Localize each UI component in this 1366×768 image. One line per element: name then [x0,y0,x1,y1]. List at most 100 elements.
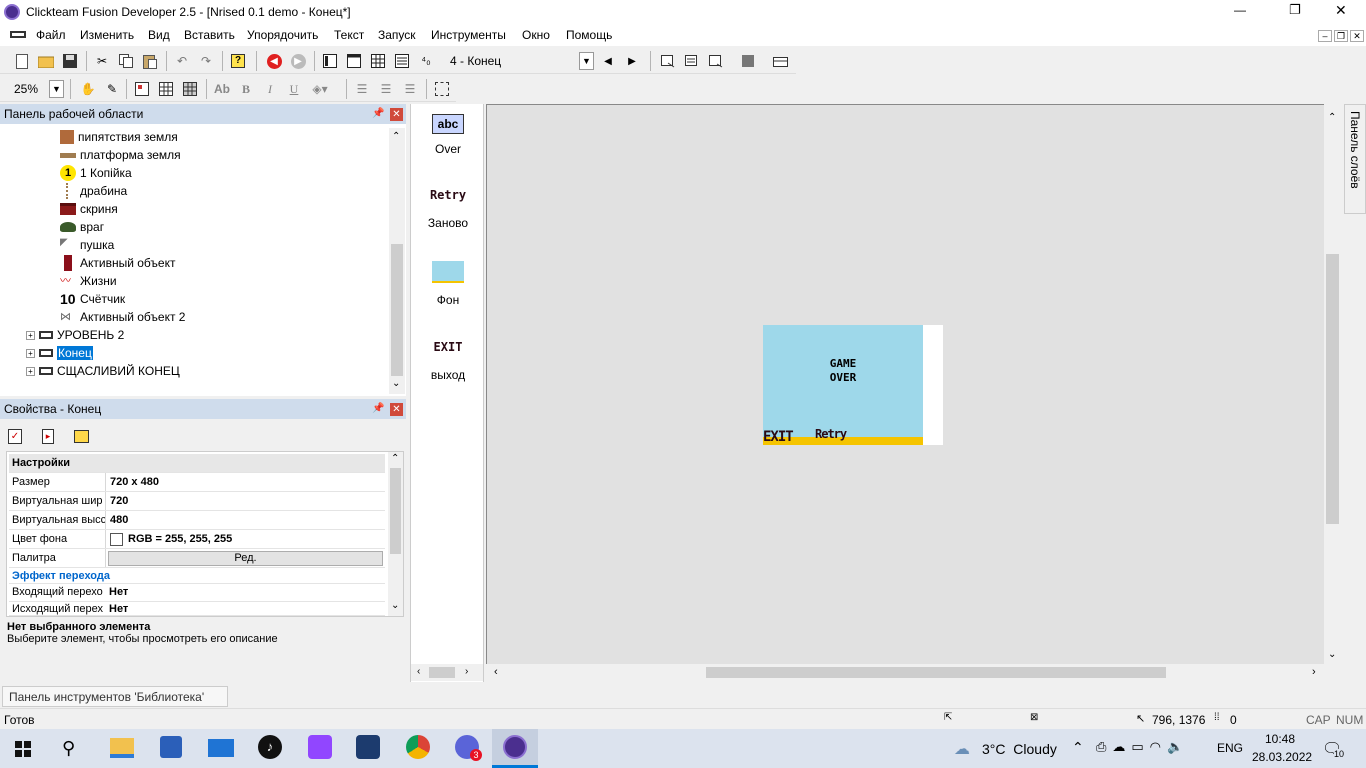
library-item-exit[interactable]: EXIT выход [411,340,485,382]
menu-insert[interactable]: Вставить [184,28,235,42]
menu-edit[interactable]: Изменить [80,28,134,42]
expand-icon[interactable]: + [26,366,35,376]
align-right-icon[interactable]: ☰ [400,79,420,99]
frame-editor[interactable]: GAME OVER EXIT Retry [486,104,1324,664]
mdi-minimize-icon[interactable]: ‒ [1318,30,1332,42]
editor-vscroll-thumb[interactable] [1326,254,1339,524]
editor-scroll-left-icon[interactable]: ‹ [494,666,498,678]
pin-icon[interactable]: 📌 [372,108,384,119]
maximize-button[interactable]: ❐ [1289,2,1301,18]
editor-scroll-up-icon[interactable]: ⌃ [1328,112,1336,123]
properties-close-icon[interactable]: ✕ [390,403,403,416]
chevron-down-icon[interactable]: ▼ [579,52,594,70]
property-row[interactable]: Виртуальная шир 720 [9,492,385,511]
run-application-icon[interactable] [658,51,678,71]
next-frame-icon[interactable]: ▶ [622,51,642,71]
menu-system-icon[interactable] [10,31,26,38]
run-frame-icon[interactable] [682,51,702,71]
underline-icon[interactable]: U [284,79,304,99]
tree-item[interactable]: ⋈ Активный объект 2 [60,308,185,326]
prop-scroll-up-icon[interactable]: ⌃ [391,453,399,464]
hscroll-right-icon[interactable]: › [465,666,468,677]
menu-view[interactable]: Вид [148,28,170,42]
fill-color-icon[interactable]: ◈▾ [310,79,330,99]
editor-scroll-right-icon[interactable]: › [1312,666,1316,678]
event-list-icon[interactable] [392,51,412,71]
menu-file[interactable]: Файл [36,28,66,42]
tree-item[interactable]: ◤ пушка [60,236,114,254]
clock-date[interactable]: 28.03.2022 [1252,750,1312,764]
forward-icon[interactable]: ▶ [288,51,308,71]
frame-select[interactable]: 4 - Конец ▼ [446,51,594,71]
property-row[interactable]: Исходящий перех Нет [9,602,385,616]
save-icon[interactable] [60,51,80,71]
grid-settings-icon[interactable] [132,79,152,99]
frame-canvas[interactable]: GAME OVER EXIT Retry [763,325,943,445]
property-row[interactable]: Палитра Ред. [9,549,385,568]
stop-icon[interactable] [738,51,758,71]
expand-icon[interactable]: + [26,348,35,358]
library-item-over[interactable]: abc Over [411,114,485,156]
property-row[interactable]: Виртуальная высс 480 [9,511,385,530]
tree-item[interactable]: драбина [60,182,127,200]
expand-icon[interactable]: + [26,330,35,340]
properties-pin-icon[interactable]: 📌 [372,403,384,414]
align-left-icon[interactable]: ☰ [352,79,372,99]
mdi-close-icon[interactable]: ✕ [1350,30,1364,42]
color-swatch[interactable] [110,532,123,546]
build-icon[interactable] [770,51,790,71]
menu-run[interactable]: Запуск [378,28,416,42]
font-icon[interactable]: Ab [212,79,232,99]
new-file-icon[interactable] [12,51,32,71]
snap-grid-icon[interactable] [180,79,200,99]
scroll-down-icon[interactable]: ⌄ [392,378,400,389]
storyboard-editor-icon[interactable] [320,51,340,71]
frame-editor-icon[interactable] [344,51,364,71]
settings-tab-icon[interactable]: ✓ [8,429,22,444]
align-center-icon[interactable]: ☰ [376,79,396,99]
game-over-text[interactable]: GAME OVER [763,357,923,385]
tree-item-happy-end[interactable]: + СЩАСЛИВИЙ КОНЕЦ [26,362,180,380]
weather-text[interactable]: 3°C Cloudy [982,741,1057,757]
scroll-up-icon[interactable]: ⌃ [392,131,400,142]
palette-edit-button[interactable]: Ред. [105,549,385,567]
property-row[interactable]: Размер 720 x 480 [9,473,385,492]
tree-item[interactable]: 10 Счётчик [60,290,125,308]
prop-scroll-thumb[interactable] [390,468,401,554]
layers-panel-tab[interactable]: Панель слоёв [1344,104,1366,214]
menu-tools[interactable]: Инструменты [431,28,506,42]
frame-background[interactable]: GAME OVER EXIT Retry [763,325,923,445]
file-explorer-icon[interactable] [110,738,134,758]
menu-arrange[interactable]: Упорядочить [247,28,318,42]
zoom-chevron-down-icon[interactable]: ▼ [49,80,64,98]
tree-item-end[interactable]: + Конец [26,344,93,362]
tree-item[interactable]: платформа земля [60,146,181,164]
workspace-scrollbar[interactable]: ⌃ ⌄ [389,128,405,394]
chevron-up-icon[interactable]: ⌃ [1072,739,1084,756]
retry-button[interactable]: Retry [815,427,847,441]
fit-window-icon[interactable] [432,79,452,99]
undo-icon[interactable]: ↶ [172,51,192,71]
menu-help[interactable]: Помощь [566,28,612,42]
twitch-icon[interactable] [308,735,332,759]
ms-store-icon[interactable] [160,736,182,758]
minimize-button[interactable]: — [1234,3,1246,17]
editor-hscroll-thumb[interactable] [706,667,1166,678]
magic-wand-icon[interactable]: ✎ [102,79,122,99]
copy-icon[interactable] [116,51,136,71]
tree-item[interactable]: пипятствия земля [60,128,178,146]
show-grid-icon[interactable] [156,79,176,99]
library-toolbar-tab[interactable]: Панель инструментов 'Библиотека' [2,686,228,707]
close-button[interactable]: ✕ [1335,2,1347,19]
back-icon[interactable]: ◀ [264,51,284,71]
tree-item[interactable]: враг [60,218,104,236]
workspace-close-icon[interactable]: ✕ [390,108,403,121]
mdi-restore-icon[interactable]: ❐ [1334,30,1348,42]
scroll-thumb[interactable] [391,244,403,376]
editor-scroll-down-icon[interactable]: ⌄ [1328,649,1336,660]
chrome-icon[interactable] [406,735,430,759]
exit-button[interactable]: EXIT [763,429,794,445]
mail-icon[interactable] [208,739,234,757]
language-indicator[interactable]: ENG [1217,741,1243,755]
hscroll-left-icon[interactable]: ‹ [417,666,420,677]
